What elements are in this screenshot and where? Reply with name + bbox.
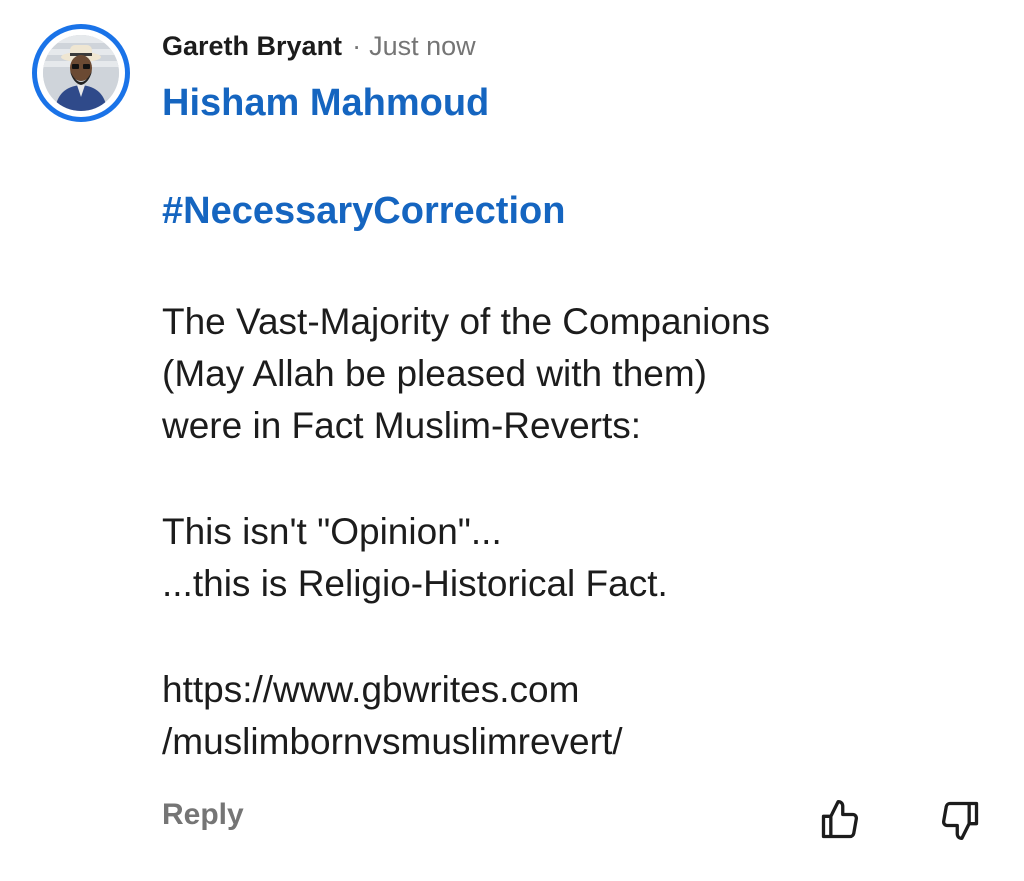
reply-button[interactable]: Reply [162,798,244,832]
like-button[interactable] [816,796,864,844]
comment-body-line: (May Allah be pleased with them) [162,353,707,394]
avatar-ring[interactable] [32,24,130,122]
user-mention-link[interactable]: Hisham Mahmoud [162,82,489,125]
comment-body-line: ...this is Religio-Historical Fact. [162,563,668,604]
avatar-image [43,35,119,111]
author-name[interactable]: Gareth Bryant [162,31,342,62]
thumbs-down-icon [941,801,979,840]
avatar[interactable] [43,35,119,111]
comment-body-line: The Vast-Majority of the Companions [162,301,771,342]
comment-body-line: were in Fact Muslim-Reverts: [162,405,642,446]
comment-header: Gareth Bryant · Just now [162,28,476,64]
url-text-line: https://www.gbwrites.com [162,669,580,710]
comment-body-line: This isn't "Opinion"... [162,511,502,552]
timestamp: Just now [369,30,476,61]
thumbs-up-icon [821,800,859,839]
url-text-line: /muslimbornvsmuslimrevert/ [162,721,623,762]
dislike-button[interactable] [936,796,984,844]
hashtag-link[interactable]: #NecessaryCorrection [162,190,565,233]
meta-separator: · [352,30,362,61]
